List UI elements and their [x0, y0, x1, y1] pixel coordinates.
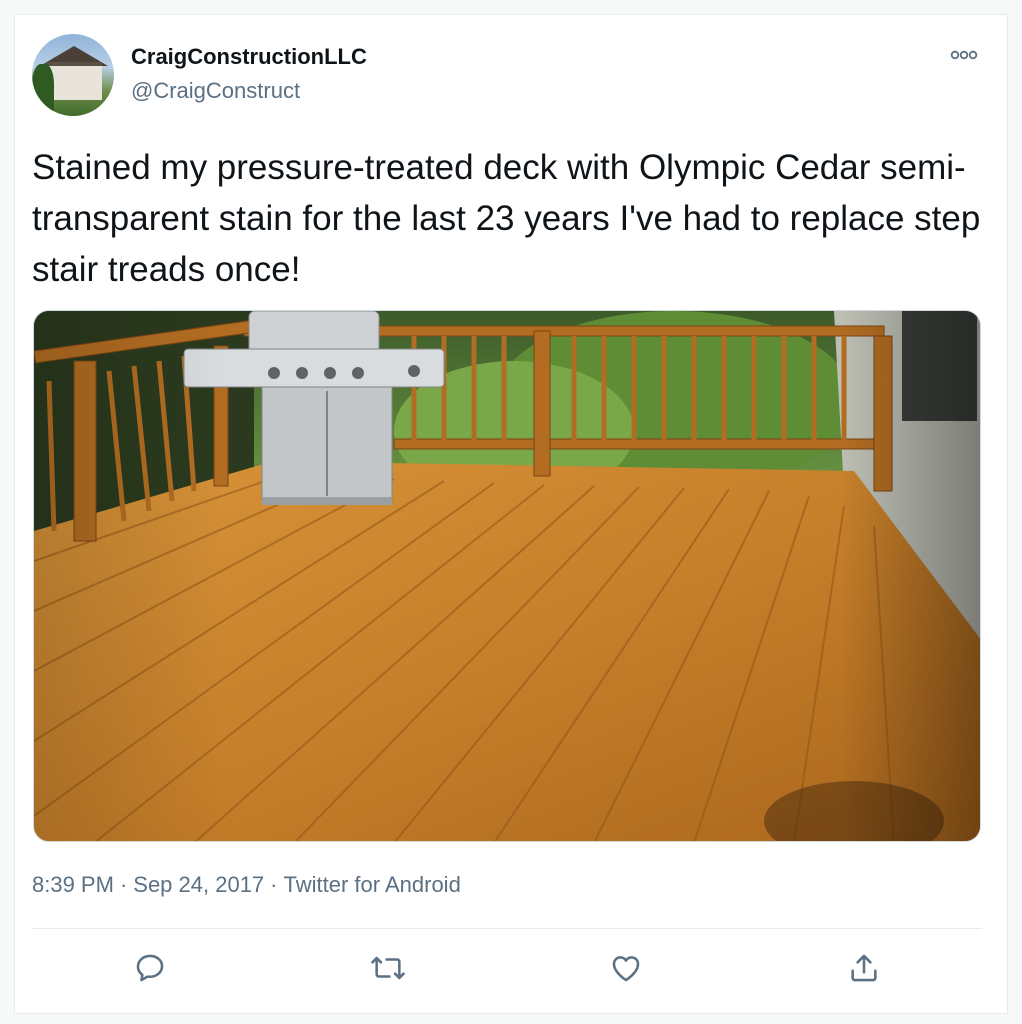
tweet-source[interactable]: Twitter for Android — [284, 872, 461, 898]
like-button[interactable] — [606, 946, 646, 990]
tweet-photo[interactable] — [33, 310, 981, 842]
more-options-button[interactable] — [944, 40, 984, 70]
action-bar — [32, 944, 982, 994]
tweet-text: Stained my pressure-treated deck with Ol… — [32, 148, 981, 289]
reply-icon — [136, 954, 164, 982]
avatar-tree — [32, 64, 54, 114]
tweet-metadata: 8:39 PM · Sep 24, 2017 · Twitter for Android — [32, 872, 461, 898]
tweet-time[interactable]: 8:39 PM — [32, 872, 114, 898]
share-button[interactable] — [844, 946, 884, 990]
avatar-house — [46, 62, 102, 100]
avatar[interactable] — [32, 34, 114, 116]
author-display-name[interactable]: CraigConstructionLLC — [131, 44, 367, 70]
reply-button[interactable] — [130, 946, 170, 990]
retweet-icon — [371, 956, 405, 980]
more-horizontal-icon — [950, 50, 978, 60]
author-handle[interactable]: @CraigConstruct — [131, 78, 300, 104]
tweet-date[interactable]: Sep 24, 2017 — [133, 872, 264, 898]
like-icon — [612, 956, 640, 982]
page: CraigConstructionLLC @CraigConstruct Sta… — [0, 0, 1022, 1024]
meta-separator: · — [119, 872, 128, 897]
deck-photo — [34, 311, 980, 841]
meta-separator: · — [270, 872, 278, 897]
share-icon — [851, 954, 877, 982]
retweet-button[interactable] — [368, 946, 408, 990]
divider — [32, 928, 982, 929]
